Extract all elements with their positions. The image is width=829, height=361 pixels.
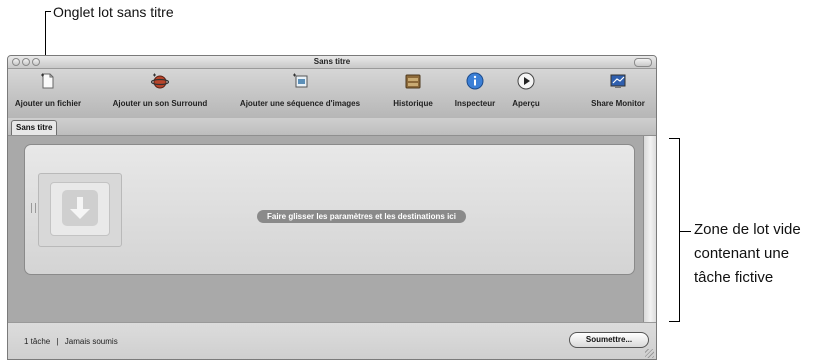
image-sequence-icon xyxy=(293,73,308,88)
batch-callout-line-2: contenant une xyxy=(694,245,790,262)
compressor-window: Sans titre Ajouter un fichier Ajouter un… xyxy=(7,55,657,360)
batch-area[interactable]: Faire glisser les paramètres et les dest… xyxy=(8,136,656,322)
add-image-sequence-button[interactable]: Ajouter une séquence d'images xyxy=(227,72,373,109)
title-bar: Sans titre xyxy=(8,56,656,69)
history-button[interactable]: Historique xyxy=(383,72,443,109)
submit-button[interactable]: Soumettre... xyxy=(569,332,649,348)
inspector-icon xyxy=(466,72,484,90)
vertical-scrollbar[interactable] xyxy=(643,136,656,322)
add-surround-label: Ajouter un son Surround xyxy=(112,99,208,108)
window-title: Sans titre xyxy=(313,57,351,66)
resize-grip-icon[interactable] xyxy=(645,349,654,358)
inspector-button[interactable]: Inspecteur xyxy=(445,72,505,109)
tab-strip: Sans titre xyxy=(8,118,656,136)
source-drop-well[interactable] xyxy=(38,173,122,247)
batch-bracket-vertical xyxy=(679,138,680,321)
tab-callout-line-horizontal xyxy=(45,11,51,12)
toolbar: Ajouter un fichier Ajouter un son Surrou… xyxy=(8,69,656,118)
batch-bracket-bottom xyxy=(669,321,680,322)
tab-untitled-batch[interactable]: Sans titre xyxy=(11,120,58,135)
add-file-button[interactable]: Ajouter un fichier xyxy=(10,72,86,109)
batch-bracket-pointer xyxy=(680,231,691,232)
surround-icon xyxy=(150,73,170,89)
add-file-label: Ajouter un fichier xyxy=(14,99,82,108)
batch-callout-line-1: Zone de lot vide xyxy=(694,221,801,238)
drag-handle[interactable] xyxy=(31,203,36,213)
status-separator: | xyxy=(56,337,59,346)
download-arrow-icon xyxy=(62,190,98,226)
add-surround-button[interactable]: Ajouter un son Surround xyxy=(96,72,224,109)
share-monitor-button[interactable]: Share Monitor xyxy=(580,72,656,109)
job-count: 1 tâche xyxy=(24,337,51,346)
drop-target-placeholder: Faire glisser les paramètres et les dest… xyxy=(257,210,466,223)
placeholder-job[interactable]: Faire glisser les paramètres et les dest… xyxy=(24,144,635,275)
history-icon xyxy=(405,74,421,89)
history-label: Historique xyxy=(393,99,433,108)
add-file-icon xyxy=(41,73,54,89)
batch-callout-line-3: tâche fictive xyxy=(694,269,774,286)
tab-callout-label: Onglet lot sans titre xyxy=(53,4,174,20)
drop-well-inner xyxy=(50,182,110,236)
share-monitor-label: Share Monitor xyxy=(591,99,645,108)
preview-button[interactable]: Aperçu xyxy=(504,72,548,109)
preview-label: Aperçu xyxy=(512,99,540,108)
submission-status: Jamais soumis xyxy=(64,337,118,346)
share-monitor-icon xyxy=(610,74,626,88)
status-bar: 1 tâche | Jamais soumis Soumettre... xyxy=(8,322,656,359)
status-text: 1 tâche | Jamais soumis xyxy=(24,336,118,347)
toolbar-toggle-button[interactable] xyxy=(634,58,652,67)
inspector-label: Inspecteur xyxy=(454,99,496,108)
add-image-sequence-label: Ajouter une séquence d'images xyxy=(239,99,361,108)
preview-icon xyxy=(517,72,535,90)
